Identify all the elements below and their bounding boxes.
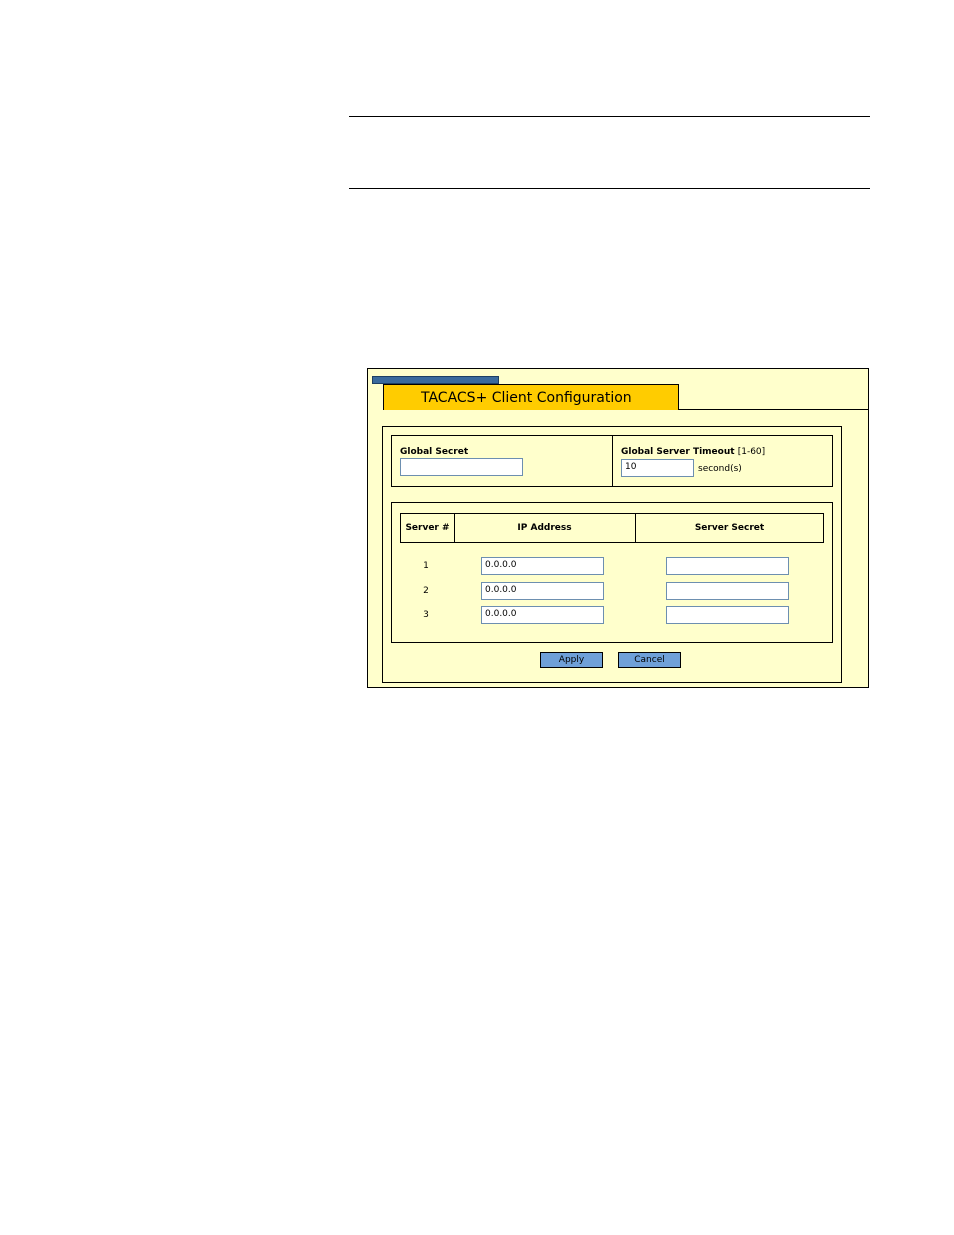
server-1-secret-field[interactable] [666, 557, 789, 575]
server-1-ip-field[interactable]: 0.0.0.0 [481, 557, 604, 575]
bottom-divider [349, 188, 870, 189]
config-panel: Global Secret Global Server Timeout [1-6… [382, 426, 842, 683]
config-window: TACACS+ Client Configuration Global Secr… [367, 368, 869, 688]
window-tab-bar [372, 376, 499, 384]
globals-divider [612, 436, 613, 486]
global-timeout-field[interactable]: 10 [621, 459, 694, 477]
server-table: Server # IP Address Server Secret 1 0.0.… [391, 502, 833, 643]
server-2-ip-field[interactable]: 0.0.0.0 [481, 582, 604, 600]
global-secret-field[interactable] [400, 458, 523, 476]
header-server-secret: Server Secret [694, 523, 765, 533]
server-3-number: 3 [423, 610, 429, 620]
header-ip-address: IP Address [454, 514, 636, 542]
global-settings: Global Secret Global Server Timeout [1-6… [391, 435, 833, 487]
timeout-range: [1-60] [737, 447, 766, 457]
timeout-unit: second(s) [698, 464, 742, 474]
server-3-secret-field[interactable] [666, 606, 789, 624]
title-underline [679, 409, 868, 410]
apply-button[interactable]: Apply [540, 652, 603, 668]
page-title: TACACS+ Client Configuration [383, 384, 679, 410]
global-secret-label: Global Secret [400, 447, 469, 457]
global-timeout-label: Global Server Timeout [1-60] [621, 447, 765, 457]
server-1-number: 1 [423, 561, 429, 571]
top-divider [349, 116, 870, 117]
timeout-label-text: Global Server Timeout [621, 447, 735, 457]
table-header: Server # IP Address Server Secret [400, 513, 824, 543]
server-2-secret-field[interactable] [666, 582, 789, 600]
server-3-ip-field[interactable]: 0.0.0.0 [481, 606, 604, 624]
cancel-button[interactable]: Cancel [618, 652, 681, 668]
header-server-num: Server # [401, 514, 455, 542]
server-2-number: 2 [423, 586, 429, 596]
